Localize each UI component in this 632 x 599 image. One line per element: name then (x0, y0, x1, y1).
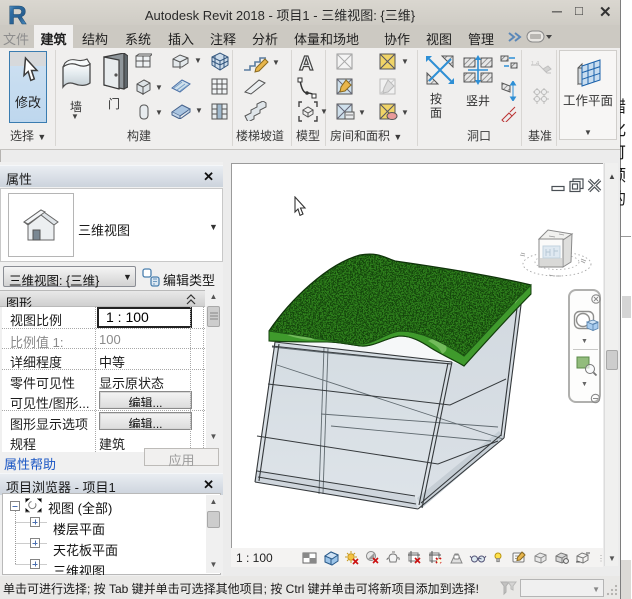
svg-text:1.4: 1.4 (531, 61, 540, 67)
svg-text:A: A (299, 53, 313, 74)
